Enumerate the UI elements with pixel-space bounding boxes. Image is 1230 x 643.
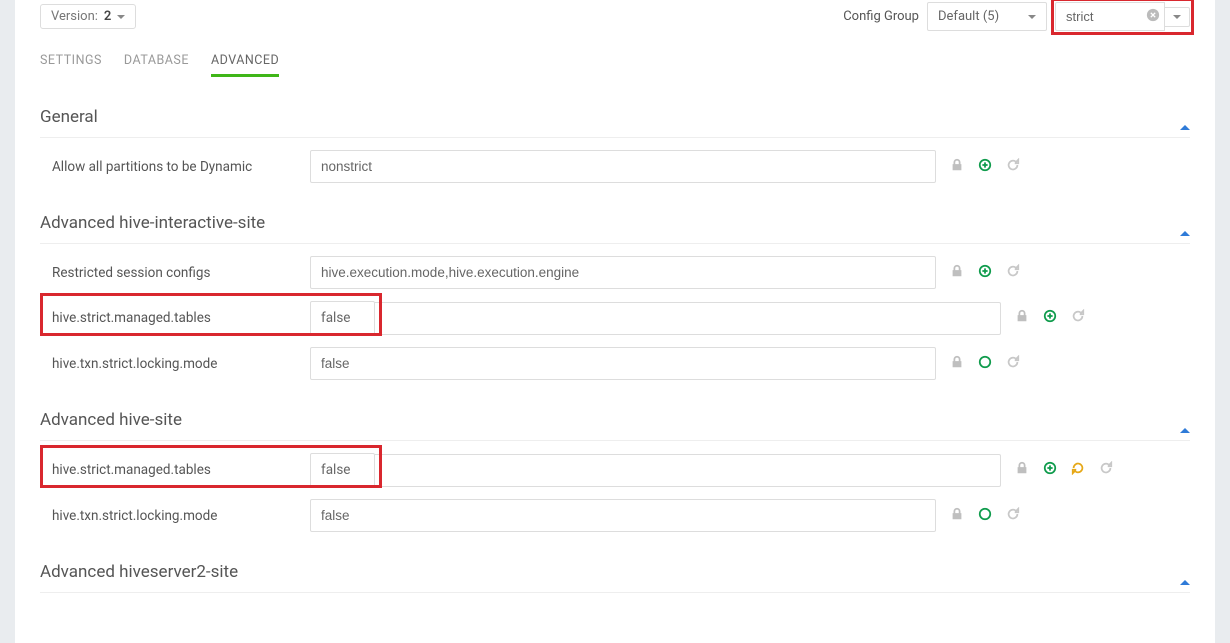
property-input-txn-strict-locking-mode[interactable] <box>310 499 936 532</box>
plus-icon[interactable] <box>978 158 992 176</box>
filter-dropdown-button[interactable] <box>1165 7 1190 27</box>
section-title: General <box>40 107 98 127</box>
property-label: Restricted session configs <box>40 265 310 281</box>
property-label: hive.txn.strict.locking.mode <box>40 508 310 524</box>
undo-icon[interactable] <box>1071 461 1085 479</box>
section-header-hive-site[interactable]: Advanced hive-site <box>40 410 1190 441</box>
clear-filter-icon[interactable] <box>1146 8 1160 26</box>
tab-advanced[interactable]: ADVANCED <box>211 47 279 77</box>
tab-settings[interactable]: SETTINGS <box>40 47 102 77</box>
refresh-icon[interactable] <box>1006 355 1020 373</box>
refresh-icon[interactable] <box>1006 264 1020 282</box>
section-title: Advanced hiveserver2-site <box>40 562 238 582</box>
plus-icon[interactable] <box>1043 309 1057 327</box>
lock-icon[interactable] <box>1015 461 1029 479</box>
refresh-icon[interactable] <box>1006 507 1020 525</box>
refresh-icon[interactable] <box>1071 309 1085 327</box>
section-header-hive-interactive[interactable]: Advanced hive-interactive-site <box>40 213 1190 244</box>
property-label: hive.txn.strict.locking.mode <box>40 356 310 372</box>
property-input-strict-managed-tables[interactable] <box>375 302 1001 335</box>
lock-icon[interactable] <box>950 158 964 176</box>
section-header-general[interactable]: General <box>40 107 1190 138</box>
plus-icon[interactable] <box>978 264 992 282</box>
version-picker[interactable]: Version: 2 <box>40 4 136 29</box>
property-value-strict-managed-tables[interactable]: false <box>310 453 375 487</box>
caret-down-icon <box>1173 15 1181 19</box>
chevron-up-icon <box>1180 215 1190 231</box>
section-title: Advanced hive-interactive-site <box>40 213 265 233</box>
section-header-hiveserver2[interactable]: Advanced hiveserver2-site <box>40 562 1190 593</box>
section-title: Advanced hive-site <box>40 410 182 430</box>
property-label: Allow all partitions to be Dynamic <box>40 159 310 175</box>
version-value: 2 <box>104 9 111 24</box>
plus-icon[interactable] <box>1043 461 1057 479</box>
property-value-strict-managed-tables[interactable]: false <box>310 301 375 335</box>
property-input-allow-dynamic[interactable] <box>310 150 936 183</box>
plus-icon[interactable] <box>978 507 992 525</box>
property-label: hive.strict.managed.tables <box>40 310 310 326</box>
chevron-up-icon <box>1180 412 1190 428</box>
property-input-strict-managed-tables[interactable] <box>375 454 1001 487</box>
config-group-label: Config Group <box>843 9 919 24</box>
config-group-selected: Default (5) <box>938 9 999 24</box>
property-label: hive.strict.managed.tables <box>40 462 310 478</box>
property-input-restricted-session-configs[interactable] <box>310 256 936 289</box>
tab-database[interactable]: DATABASE <box>124 47 189 77</box>
caret-down-icon <box>1028 15 1036 19</box>
chevron-up-icon <box>1180 564 1190 580</box>
refresh-icon[interactable] <box>1099 461 1113 479</box>
version-label: Version: <box>51 9 98 24</box>
refresh-icon[interactable] <box>1006 158 1020 176</box>
chevron-up-icon <box>1180 109 1190 125</box>
lock-icon[interactable] <box>950 507 964 525</box>
config-group-select[interactable]: Default (5) <box>927 2 1047 31</box>
lock-icon[interactable] <box>950 355 964 373</box>
property-input-txn-strict-locking-mode[interactable] <box>310 347 936 380</box>
caret-down-icon <box>117 15 125 19</box>
plus-icon[interactable] <box>978 355 992 373</box>
lock-icon[interactable] <box>950 264 964 282</box>
lock-icon[interactable] <box>1015 309 1029 327</box>
